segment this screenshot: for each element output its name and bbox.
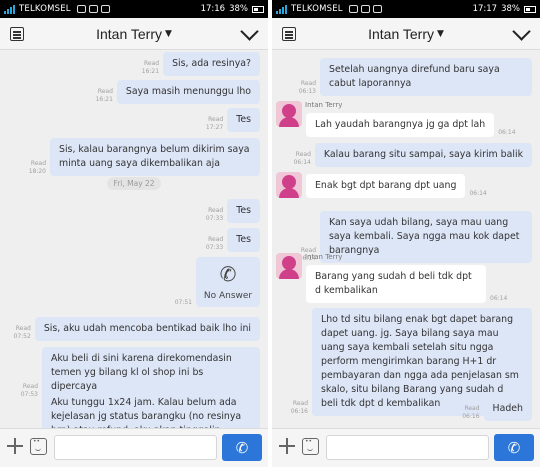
contact-name[interactable]: Intan Terry (368, 26, 434, 42)
message-meta: Read 16:21 (95, 88, 113, 103)
chevron-down-icon[interactable] (240, 22, 259, 41)
chat-screen-right: TELKOMSEL 17:17 38% Intan Terry ▼ Read 06… (272, 0, 540, 467)
message-bubble[interactable]: Aku tunggu 1x24 jam. Kalau belum ada kej… (42, 391, 260, 428)
message-bubble[interactable]: Tes (227, 199, 260, 223)
message-meta: Read 07:33 (205, 236, 224, 251)
emoji-icon[interactable] (302, 438, 319, 455)
message-row: Read 07:52 Sis, aku udah mencoba bentikad… (14, 317, 260, 341)
carrier-name: TELKOMSEL (291, 4, 343, 14)
notification-icons (348, 5, 382, 13)
message-row: Read 16:21 Saya masih menunggu lho (96, 80, 260, 104)
message-meta: Read 16:21 (141, 60, 160, 75)
signal-icon (276, 4, 287, 14)
chat-screen-left: TELKOMSEL 17:16 38% Intan Terry ▼ Read 16… (0, 0, 268, 467)
phone-icon: ✆ (219, 262, 237, 286)
phone-icon: ✆ (507, 438, 521, 457)
message-meta: Read 18:20 (28, 160, 46, 175)
message-meta: Read 07:33 (205, 207, 224, 222)
message-row: Read 06:13 Setelah uangnya direfund baru … (299, 58, 532, 96)
date-separator: Fri, May 22 (0, 177, 268, 190)
message-bubble[interactable]: Barang yang sudah d beli tdk dpt d kemba… (306, 265, 486, 303)
avatar[interactable] (276, 172, 302, 198)
message-meta: Read 07:53 (20, 383, 38, 398)
message-bubble[interactable]: Sis, kalau barangnya belum dikirim saya … (50, 138, 260, 176)
emoji-icon[interactable] (30, 438, 47, 455)
message-meta: Read 17:27 (205, 116, 224, 131)
message-meta: Read 06:16 (290, 400, 308, 415)
message-row: 07:51 ✆ No Answer (175, 257, 260, 307)
message-row: Read 06:16 Hadeh (462, 397, 532, 421)
caret-down-icon[interactable]: ▼ (437, 29, 444, 39)
clock: 17:17 (472, 4, 498, 14)
message-bubble[interactable]: Lah yaudah barangnya jg ga dpt lah (306, 113, 495, 137)
message-meta: Read 06:14 (293, 151, 311, 166)
call-button[interactable]: ✆ (222, 434, 262, 461)
message-row: Aku tunggu 1x24 jam. Kalau belum ada kej… (42, 391, 260, 428)
message-row: Enak bgt dpt barang dpt uang 06:14 (276, 172, 487, 198)
message-bubble[interactable]: Tes (227, 108, 260, 132)
message-bubble[interactable]: Kalau barang situ sampai, saya kirim bal… (314, 143, 532, 167)
plus-icon[interactable] (279, 438, 295, 454)
message-bubble[interactable]: Enak bgt dpt barang dpt uang (306, 174, 466, 198)
message-meta: 06:14 (490, 295, 508, 302)
message-bubble[interactable]: Tes (227, 228, 260, 252)
message-meta: Read 06:16 (462, 405, 480, 420)
message-bubble[interactable]: Sis, ada resinya? (163, 52, 260, 76)
message-row: Read 17:27 Tes (206, 108, 260, 132)
battery-icon (252, 5, 264, 13)
message-meta: 06:14 (498, 129, 516, 136)
missed-call-bubble[interactable]: ✆ No Answer (196, 257, 260, 307)
menu-icon[interactable] (282, 27, 296, 41)
battery-level: 38% (501, 4, 520, 14)
avatar[interactable] (276, 101, 302, 127)
plus-icon[interactable] (7, 438, 23, 454)
avatar[interactable] (276, 253, 302, 279)
notification-icons (76, 5, 110, 13)
message-input[interactable] (54, 435, 217, 460)
carrier-name: TELKOMSEL (19, 4, 71, 14)
message-row: Read 06:14 Kalau barang situ sampai, saya… (294, 143, 532, 167)
message-bubble[interactable]: Setelah uangnya direfund baru saya cabut… (320, 58, 532, 96)
clock: 17:16 (200, 4, 226, 14)
message-list[interactable]: Read 16:21 Sis, ada resinya? Read 16:21 Sa… (0, 51, 268, 428)
message-meta: 06:14 (469, 190, 487, 197)
chevron-down-icon[interactable] (512, 22, 531, 41)
chat-header: Intan Terry ▼ (272, 18, 540, 50)
message-row: Read 16:21 Sis, ada resinya? (142, 52, 260, 76)
message-bubble[interactable]: Saya masih menunggu lho (116, 80, 260, 104)
message-row: Read 18:20 Sis, kalau barangnya belum dik… (29, 138, 260, 176)
status-bar: TELKOMSEL 17:16 38% (0, 0, 268, 18)
caret-down-icon[interactable]: ▼ (165, 29, 172, 39)
signal-icon (4, 4, 15, 14)
message-meta: Read 07:52 (13, 325, 31, 340)
call-button[interactable]: ✆ (494, 434, 534, 461)
composer-bar: ✆ (0, 428, 268, 467)
menu-icon[interactable] (10, 27, 24, 41)
message-bubble[interactable]: Hadeh (483, 397, 532, 421)
status-bar: TELKOMSEL 17:17 38% (272, 0, 540, 18)
phone-icon: ✆ (235, 438, 249, 457)
message-meta: Read 06:13 (298, 80, 316, 95)
battery-icon (524, 5, 536, 13)
battery-level: 38% (229, 4, 248, 14)
message-row: Barang yang sudah d beli tdk dpt d kemba… (276, 253, 507, 303)
chat-header: Intan Terry ▼ (0, 18, 268, 50)
message-meta: 07:51 (174, 299, 192, 306)
message-input[interactable] (326, 435, 489, 460)
message-row: Lah yaudah barangnya jg ga dpt lah 06:14 (276, 101, 516, 137)
call-status: No Answer (203, 291, 253, 301)
composer-bar: ✆ (272, 428, 540, 467)
message-bubble[interactable]: Sis, aku udah mencoba bentikad baik lho … (34, 317, 260, 341)
message-row: Read 07:33 Tes (206, 228, 260, 252)
contact-name[interactable]: Intan Terry (96, 26, 162, 42)
message-list[interactable]: Read 06:13 Setelah uangnya direfund baru … (272, 51, 540, 428)
message-row: Read 07:33 Tes (206, 199, 260, 223)
